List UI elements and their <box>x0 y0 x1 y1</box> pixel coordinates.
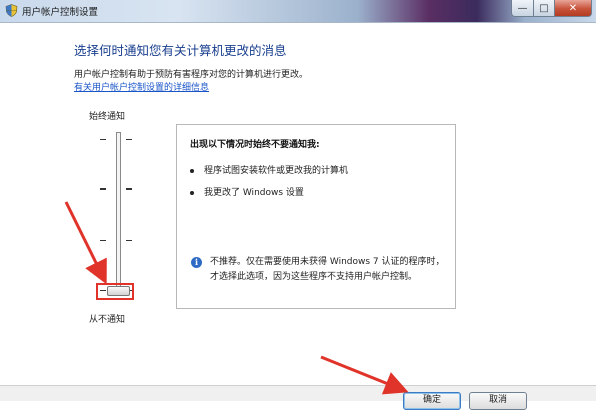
title-bar: 用户帐户控制设置 — □ ✕ <box>0 0 596 23</box>
notify-slider-track[interactable] <box>116 132 121 292</box>
description-text: 用户帐户控制有助于预防有害程序对您的计算机进行更改。 <box>74 70 309 80</box>
slider-tick <box>126 139 132 140</box>
bullet-text: 我更改了 Windows 设置 <box>204 188 304 198</box>
ok-button[interactable]: 确定 <box>403 392 461 410</box>
uac-shield-icon <box>5 4 18 17</box>
annotation-highlight-box <box>96 283 134 300</box>
panel-title: 出现以下情况时始终不要通知我: <box>190 140 320 150</box>
window-title: 用户帐户控制设置 <box>22 7 99 18</box>
list-item: 程序试图安装软件或更改我的计算机 <box>190 163 348 176</box>
slider-tick <box>100 240 106 241</box>
minimize-button[interactable]: — <box>511 0 534 17</box>
slider-tick <box>100 139 106 140</box>
bullet-icon <box>190 168 194 173</box>
list-item: 我更改了 Windows 设置 <box>190 185 304 198</box>
slider-top-label: 始终通知 <box>89 112 126 122</box>
slider-tick <box>126 188 132 190</box>
page-title: 选择何时通知您有关计算机更改的消息 <box>74 43 287 58</box>
bullet-icon <box>190 190 194 195</box>
info-text: 不推荐。仅在需要使用未获得 Windows 7 认证的程序时，才选择此选项，因为… <box>210 257 445 282</box>
help-link[interactable]: 有关用户帐户控制设置的详细信息 <box>74 80 209 93</box>
cancel-button[interactable]: 取消 <box>469 392 527 410</box>
setting-description-panel: 出现以下情况时始终不要通知我: 程序试图安装软件或更改我的计算机 我更改了 Wi… <box>176 124 456 309</box>
slider-tick <box>126 240 132 241</box>
close-button[interactable]: ✕ <box>554 0 592 17</box>
maximize-button[interactable]: □ <box>533 0 555 17</box>
slider-tick <box>100 188 106 190</box>
info-icon: i <box>191 257 202 268</box>
arrow-to-slider <box>64 201 107 285</box>
slider-bottom-label: 从不通知 <box>89 315 126 325</box>
bullet-text: 程序试图安装软件或更改我的计算机 <box>204 166 349 176</box>
